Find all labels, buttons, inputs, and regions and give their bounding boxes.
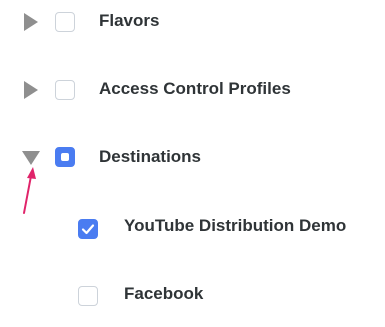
checkbox-youtube-distribution-demo[interactable] — [78, 219, 98, 239]
partial-indicator-icon — [61, 153, 69, 161]
caret-right-icon[interactable] — [24, 13, 38, 31]
checkmark-icon — [81, 224, 95, 235]
tree-item-label: Facebook — [124, 284, 204, 303]
checkbox-facebook[interactable] — [78, 286, 98, 306]
caret-right-icon[interactable] — [24, 81, 38, 99]
tree-item-label: Access Control Profiles — [99, 79, 291, 98]
caret-down-icon[interactable] — [22, 151, 40, 165]
tree-item-label: Flavors — [99, 11, 160, 30]
tree-item-label: YouTube Distribution Demo — [124, 216, 347, 235]
tree-item-label: Destinations — [99, 147, 202, 166]
checkbox-access-control-profiles[interactable] — [55, 80, 75, 100]
checkbox-flavors[interactable] — [55, 12, 75, 32]
checkbox-destinations[interactable] — [55, 147, 75, 167]
